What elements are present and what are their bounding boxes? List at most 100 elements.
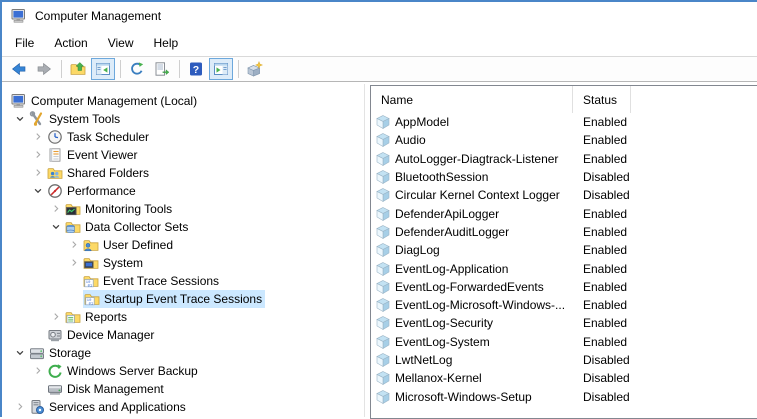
up-one-level-button[interactable] [66,58,90,80]
menu-file[interactable]: File [5,32,44,54]
cube-icon [375,206,391,222]
column-header-status[interactable]: Status [573,86,631,113]
session-name: AppModel [395,115,449,129]
tree-item-device-manager[interactable]: Device Manager [4,326,364,344]
tree-item-data-collector-sets[interactable]: Data Collector Sets [4,218,364,236]
tree-item-content: Storage [29,345,91,361]
show-action-pane-button[interactable] [209,58,233,80]
session-status: Enabled [573,298,627,312]
chevron-collapsed-icon[interactable] [47,308,65,326]
tree-item-content: Event Viewer [47,147,137,163]
chevron-collapsed-icon[interactable] [47,200,65,218]
tree-item-label: Event Trace Sessions [103,274,219,288]
chevron-placeholder [65,290,83,308]
session-name-cell: LwtNetLog [371,352,573,368]
forward-button[interactable] [32,58,56,80]
tree-item-system-tools[interactable]: System Tools [4,110,364,128]
tree-item-disk-management[interactable]: Disk Management [4,380,364,398]
list-row-lwtnetlog[interactable]: LwtNetLogDisabled [371,351,757,369]
chevron-expanded-icon[interactable] [47,218,65,236]
list-row-eventlog-application[interactable]: EventLog-ApplicationEnabled [371,259,757,277]
tree-item-event-trace-sessions[interactable]: 1001 Event Trace Sessions [4,272,364,290]
tree-item-shared-folders[interactable]: Shared Folders [4,164,364,182]
cube-icon [375,187,391,203]
list-row-audio[interactable]: AudioEnabled [371,131,757,149]
session-name-cell: Microsoft-Windows-Setup [371,389,573,405]
chevron-collapsed-icon[interactable] [11,398,29,416]
show-console-tree-button[interactable] [91,58,115,80]
session-status: Enabled [573,207,627,221]
chevron-collapsed-icon[interactable] [29,146,47,164]
refresh-button[interactable] [125,58,149,80]
chevron-expanded-icon[interactable] [29,182,47,200]
tree-item-label: System Tools [49,112,120,126]
menu-action[interactable]: Action [44,32,97,54]
cube-icon [375,389,391,405]
list-row-mellanox-kernel[interactable]: Mellanox-KernelDisabled [371,369,757,387]
cube-icon [375,169,391,185]
tree-item-label: Task Scheduler [67,130,149,144]
tree-item-reports[interactable]: Reports [4,308,364,326]
session-name: AutoLogger-Diagtrack-Listener [395,152,558,166]
session-name-cell: AppModel [371,114,573,130]
disk-icon [47,381,63,397]
help-button[interactable]: ? [184,58,208,80]
tree-item-storage[interactable]: Storage [4,344,364,362]
toolbar-separator [179,60,180,78]
new-session-button[interactable] [243,58,267,80]
list-row-autologger-diagtrack-listener[interactable]: AutoLogger-Diagtrack-Listener Enabled [371,150,757,168]
list-row-appmodel[interactable]: AppModelEnabled [371,113,757,131]
list-row-circular-kernel-context-logger[interactable]: Circular Kernel Context LoggerDisabled [371,186,757,204]
session-status: Enabled [573,152,627,166]
chevron-collapsed-icon[interactable] [29,164,47,182]
list-row-eventlog-system[interactable]: EventLog-SystemEnabled [371,333,757,351]
chevron-collapsed-icon[interactable] [29,128,47,146]
tree-item-task-scheduler[interactable]: Task Scheduler [4,128,364,146]
list-row-eventlog-microsoft-windows[interactable]: EventLog-Microsoft-Windows-...Enabled [371,296,757,314]
list-row-bluetoothsession[interactable]: BluetoothSessionDisabled [371,168,757,186]
chevron-expanded-icon[interactable] [11,110,29,128]
menu-view[interactable]: View [98,32,144,54]
tree-item-monitoring-tools[interactable]: Monitoring Tools [4,200,364,218]
list-row-defenderapilogger[interactable]: DefenderApiLoggerEnabled [371,204,757,222]
console-tree-icon [95,61,111,77]
tree-item-label: Storage [49,346,91,360]
tree-item-services-and-applications[interactable]: Services and Applications [4,398,364,416]
tree-item-label: Shared Folders [67,166,149,180]
list-row-defenderauditlogger[interactable]: DefenderAuditLoggerEnabled [371,223,757,241]
computer-management-window: Computer Management File Action View Hel… [0,0,757,417]
column-header-name[interactable]: Name [371,86,573,113]
computer-icon [11,8,27,24]
chevron-collapsed-icon[interactable] [65,254,83,272]
tree-item-system[interactable]: System [4,254,364,272]
tree-item-content: System [83,255,143,271]
cube-icon [375,297,391,313]
back-button[interactable] [7,58,31,80]
clock-icon [47,129,63,145]
tree-item-windows-server-backup[interactable]: Windows Server Backup [4,362,364,380]
list-row-microsoft-windows-setup[interactable]: Microsoft-Windows-SetupDisabled [371,387,757,405]
chevron-collapsed-icon[interactable] [29,362,47,380]
tree-item-event-viewer[interactable]: Event Viewer [4,146,364,164]
chevron-expanded-icon[interactable] [11,344,29,362]
tree-item-computer-management-local[interactable]: Computer Management (Local) [4,92,364,110]
svg-text:?: ? [193,64,199,76]
export-list-button[interactable] [150,58,174,80]
folder-trace-icon: 1001 [83,273,99,289]
eventlog-icon [47,147,63,163]
cube-icon [375,224,391,240]
export-list-icon [154,61,170,77]
list-row-eventlog-security[interactable]: EventLog-SecurityEnabled [371,314,757,332]
folder-system-icon [83,255,99,271]
list-row-diaglog[interactable]: DiagLogEnabled [371,241,757,259]
list-row-eventlog-forwardedevents[interactable]: EventLog-ForwardedEventsEnabled [371,278,757,296]
tree-item-performance[interactable]: Performance [4,182,364,200]
tree-item-content: System Tools [29,111,120,127]
tree-item-label: Services and Applications [49,400,186,414]
chevron-collapsed-icon[interactable] [65,236,83,254]
session-name: EventLog-Application [395,262,508,276]
tree-item-startup-event-trace-sessions[interactable]: 1001Startup Event Trace Sessions [4,290,364,308]
session-status: Enabled [573,243,627,257]
tree-item-user-defined[interactable]: User Defined [4,236,364,254]
menu-help[interactable]: Help [144,32,189,54]
